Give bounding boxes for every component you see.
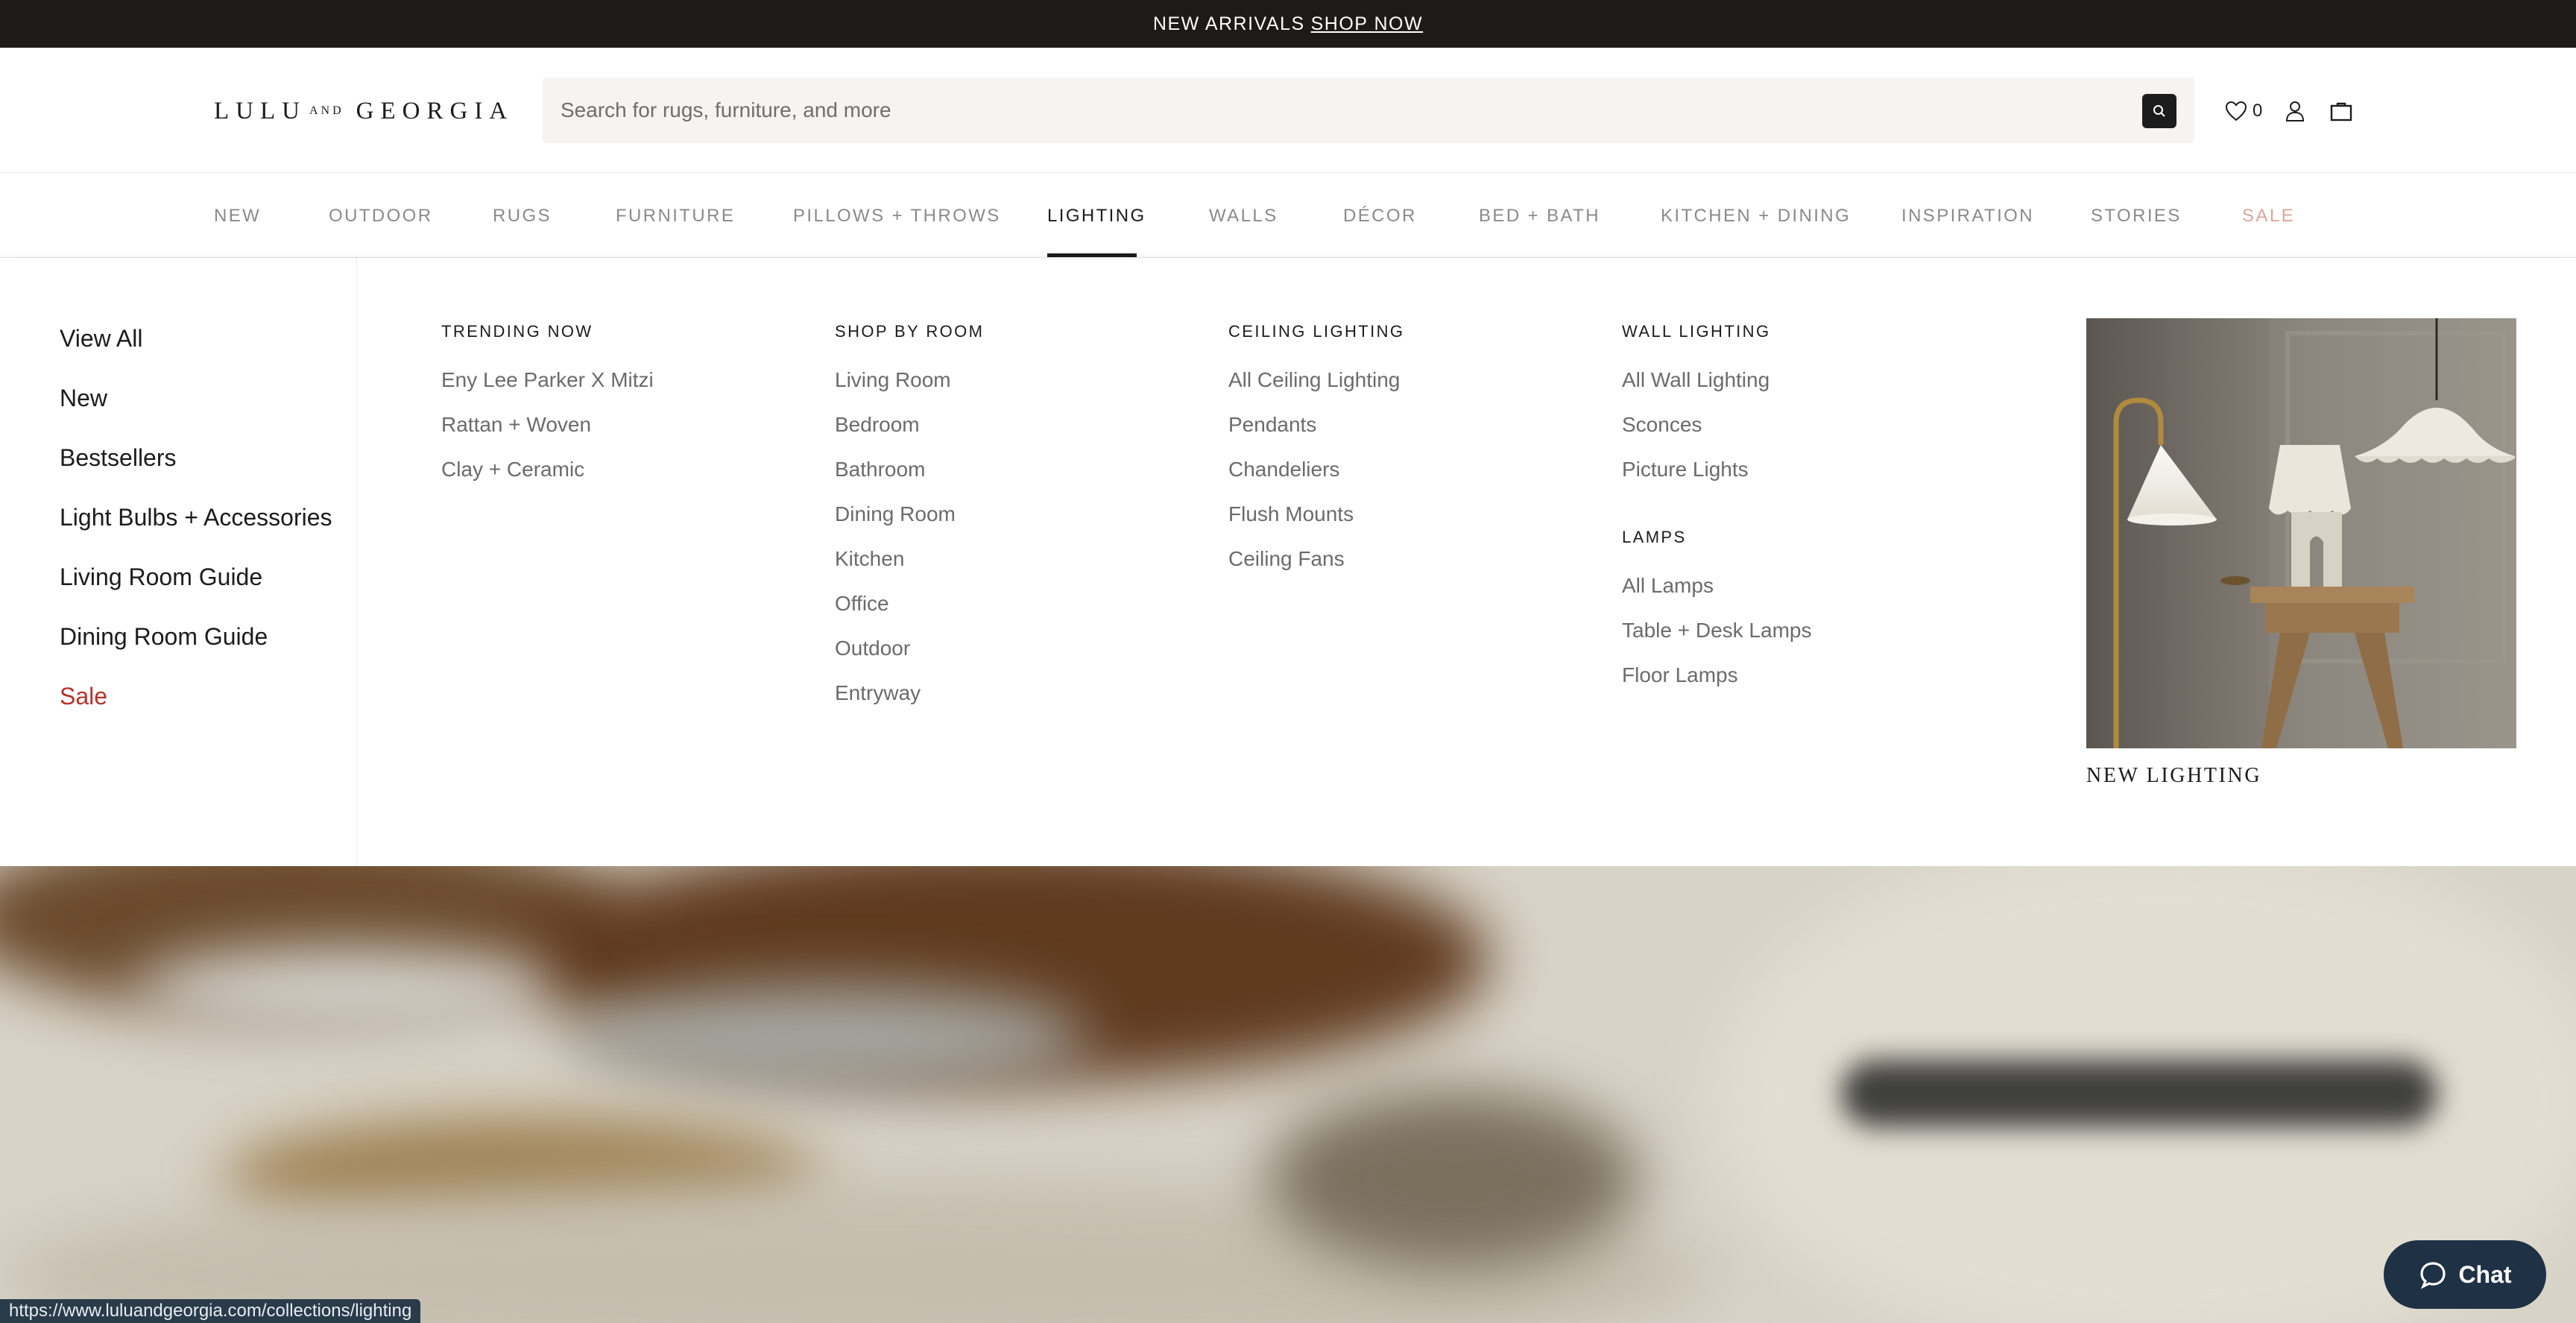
nav-decor[interactable]: DÉCOR	[1343, 206, 1417, 227]
living-room-guide-link[interactable]: Living Room Guide	[60, 563, 262, 591]
trending-heading: TRENDING NOW	[441, 322, 593, 341]
room-link[interactable]: Dining Room	[835, 502, 956, 526]
nav-inspiration[interactable]: INSPIRATION	[1901, 206, 2034, 227]
nav-lighting[interactable]: LIGHTING	[1047, 206, 1146, 227]
room-link[interactable]: Bathroom	[835, 458, 925, 481]
header-icons: 0	[2224, 92, 2353, 130]
nav-bed-bath[interactable]: BED + BATH	[1479, 206, 1600, 227]
search-input[interactable]	[561, 98, 2051, 122]
shop-now-link[interactable]: SHOP NOW	[1311, 13, 1423, 35]
bestsellers-link[interactable]: Bestsellers	[60, 444, 177, 472]
wishlist-button[interactable]: 0	[2224, 100, 2262, 122]
wall-link[interactable]: Picture Lights	[1622, 458, 1749, 481]
chat-button[interactable]: Chat	[2384, 1240, 2546, 1309]
trending-link[interactable]: Eny Lee Parker X Mitzi	[441, 368, 654, 392]
mega-menu-sidebar: View All New Bestsellers Light Bulbs + A…	[0, 258, 357, 866]
wall-link[interactable]: All Wall Lighting	[1622, 368, 1770, 392]
wall-lighting-heading: WALL LIGHTING	[1622, 322, 1771, 341]
main-nav: NEW OUTDOOR RUGS FURNITURE PILLOWS + THR…	[0, 173, 2576, 258]
logo-lulu: LULU	[214, 97, 306, 124]
new-lighting-feature-image[interactable]	[2086, 318, 2516, 748]
room-link[interactable]: Outdoor	[835, 637, 910, 660]
lamp-scene-image	[2086, 318, 2516, 748]
logo-georgia: GEORGIA	[356, 97, 514, 124]
ceiling-link[interactable]: Flush Mounts	[1228, 502, 1354, 526]
logo[interactable]: LULU AND GEORGIA	[214, 98, 514, 124]
room-link[interactable]: Living Room	[835, 368, 951, 392]
nav-outdoor[interactable]: OUTDOOR	[329, 206, 432, 227]
new-link[interactable]: New	[60, 385, 107, 412]
view-all-link[interactable]: View All	[60, 325, 142, 353]
nav-pillows-throws[interactable]: PILLOWS + THROWS	[793, 206, 1001, 227]
ceiling-link[interactable]: Ceiling Fans	[1228, 547, 1345, 571]
announcement-bar: NEW ARRIVALS SHOP NOW	[0, 0, 2576, 48]
search-button[interactable]	[2142, 94, 2176, 128]
lamps-link[interactable]: Table + Desk Lamps	[1622, 619, 1811, 642]
bg-blob	[566, 985, 1088, 1090]
chat-bubble-icon	[2420, 1262, 2446, 1289]
bg-blob	[1841, 1060, 2437, 1127]
chat-label: Chat	[2458, 1260, 2512, 1288]
trending-link[interactable]: Clay + Ceramic	[441, 458, 584, 481]
lamps-link[interactable]: All Lamps	[1622, 574, 1714, 598]
wishlist-count: 0	[2253, 101, 2263, 121]
ceiling-link[interactable]: Pendants	[1228, 413, 1316, 437]
nav-rugs[interactable]: RUGS	[493, 206, 552, 227]
nav-sale[interactable]: SALE	[2242, 206, 2295, 227]
cart-button[interactable]	[2329, 100, 2353, 122]
lamps-link[interactable]: Floor Lamps	[1622, 663, 1738, 687]
nav-kitchen-dining[interactable]: KITCHEN + DINING	[1661, 206, 1851, 227]
room-link[interactable]: Kitchen	[835, 547, 904, 571]
user-icon	[2286, 101, 2305, 121]
ceiling-link[interactable]: Chandeliers	[1228, 458, 1339, 481]
ceiling-lighting-heading: CEILING LIGHTING	[1228, 322, 1405, 341]
dining-room-guide-link[interactable]: Dining Room Guide	[60, 623, 268, 651]
bg-blob	[134, 948, 552, 1030]
status-url: https://www.luluandgeorgia.com/collectio…	[0, 1299, 421, 1323]
wall-link[interactable]: Sconces	[1622, 413, 1702, 437]
nav-walls[interactable]: WALLS	[1209, 206, 1278, 227]
site-header: LULU AND GEORGIA 0	[0, 48, 2576, 173]
account-button[interactable]	[2285, 100, 2305, 122]
bg-blob	[1267, 1090, 1640, 1269]
nav-stories[interactable]: STORIES	[2091, 206, 2182, 227]
search-icon	[2153, 105, 2165, 117]
shop-by-room-heading: SHOP BY ROOM	[835, 322, 985, 341]
room-link[interactable]: Office	[835, 592, 889, 616]
nav-furniture[interactable]: FURNITURE	[616, 206, 735, 227]
room-link[interactable]: Entryway	[835, 681, 921, 705]
ceiling-link[interactable]: All Ceiling Lighting	[1228, 368, 1400, 392]
active-nav-indicator	[1047, 253, 1137, 257]
blurred-hero-background	[0, 866, 2576, 1323]
logo-and: AND	[309, 104, 344, 117]
announcement-text: NEW ARRIVALS	[1152, 13, 1305, 34]
lighting-mega-menu: View All New Bestsellers Light Bulbs + A…	[0, 258, 2576, 866]
search-bar	[543, 78, 2194, 143]
room-link[interactable]: Bedroom	[835, 413, 920, 437]
trending-link[interactable]: Rattan + Woven	[441, 413, 591, 437]
light-bulbs-link[interactable]: Light Bulbs + Accessories	[60, 504, 332, 531]
sale-link[interactable]: Sale	[60, 683, 107, 710]
shopping-bag-icon	[2331, 102, 2352, 121]
heart-icon	[2225, 101, 2247, 121]
lamps-heading: LAMPS	[1622, 528, 1687, 546]
nav-new[interactable]: NEW	[214, 206, 261, 227]
new-lighting-caption[interactable]: NEW LIGHTING	[2086, 764, 2261, 788]
